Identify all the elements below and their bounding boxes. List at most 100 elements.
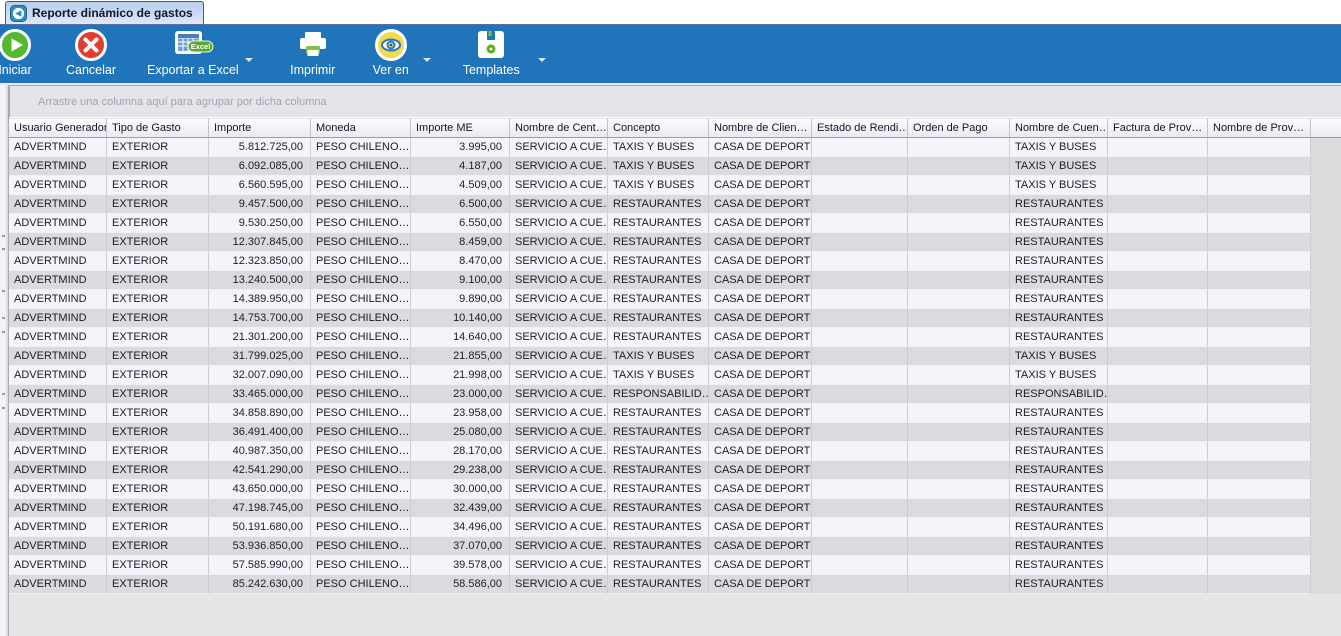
cell-moneda[interactable]: PESO CHILENO…: [311, 195, 411, 214]
cell-moneda[interactable]: PESO CHILENO…: [311, 138, 411, 157]
cell-concepto[interactable]: TAXIS Y BUSES: [608, 366, 709, 385]
cell-moneda[interactable]: PESO CHILENO…: [311, 404, 411, 423]
templates-dropdown-icon[interactable]: [538, 58, 546, 62]
cell-factura[interactable]: [1108, 385, 1208, 404]
cell-proveedor[interactable]: [1208, 518, 1311, 537]
table-row[interactable]: ADVERTMINDEXTERIOR31.799.025,00PESO CHIL…: [9, 347, 1341, 366]
cell-estado[interactable]: [812, 480, 908, 499]
table-row[interactable]: ADVERTMINDEXTERIOR9.530.250,00PESO CHILE…: [9, 214, 1341, 233]
cell-orden[interactable]: [908, 252, 1010, 271]
imprimir-button[interactable]: Imprimir: [283, 28, 343, 78]
cell-centro[interactable]: SERVICIO A CUE…: [510, 328, 608, 347]
cell-importe_me[interactable]: 8.470,00: [411, 252, 510, 271]
cell-factura[interactable]: [1108, 328, 1208, 347]
cell-tipo[interactable]: EXTERIOR: [107, 233, 209, 252]
cell-cliente[interactable]: CASA DE DEPORTE: [709, 309, 812, 328]
cell-importe_me[interactable]: 32.439,00: [411, 499, 510, 518]
cell-cuenta[interactable]: RESTAURANTES: [1010, 404, 1108, 423]
cell-estado[interactable]: [812, 138, 908, 157]
cell-moneda[interactable]: PESO CHILENO…: [311, 214, 411, 233]
cell-importe_me[interactable]: 6.500,00: [411, 195, 510, 214]
cell-concepto[interactable]: RESTAURANTES: [608, 575, 709, 594]
cell-cliente[interactable]: CASA DE DEPORTE: [709, 385, 812, 404]
cell-cuenta[interactable]: RESTAURANTES: [1010, 271, 1108, 290]
header-usuario[interactable]: Usuario Generador: [9, 118, 107, 137]
cell-factura[interactable]: [1108, 499, 1208, 518]
cancelar-button[interactable]: Cancelar: [61, 28, 121, 78]
cell-proveedor[interactable]: [1208, 214, 1311, 233]
cell-centro[interactable]: SERVICIO A CUE…: [510, 271, 608, 290]
cell-cuenta[interactable]: RESTAURANTES: [1010, 233, 1108, 252]
table-row[interactable]: ADVERTMINDEXTERIOR6.560.595,00PESO CHILE…: [9, 176, 1341, 195]
cell-factura[interactable]: [1108, 214, 1208, 233]
cell-importe[interactable]: 50.191.680,00: [209, 518, 311, 537]
table-row[interactable]: ADVERTMINDEXTERIOR12.307.845,00PESO CHIL…: [9, 233, 1341, 252]
cell-orden[interactable]: [908, 233, 1010, 252]
cell-importe_me[interactable]: 4.187,00: [411, 157, 510, 176]
cell-moneda[interactable]: PESO CHILENO…: [311, 366, 411, 385]
cell-cliente[interactable]: CASA DE DEPORTE: [709, 138, 812, 157]
cell-centro[interactable]: SERVICIO A CUE…: [510, 480, 608, 499]
cell-importe_me[interactable]: 6.550,00: [411, 214, 510, 233]
cell-tipo[interactable]: EXTERIOR: [107, 347, 209, 366]
cell-usuario[interactable]: ADVERTMIND: [9, 309, 107, 328]
cell-factura[interactable]: [1108, 176, 1208, 195]
cell-factura[interactable]: [1108, 157, 1208, 176]
cell-concepto[interactable]: RESPONSABILID…: [608, 385, 709, 404]
table-row[interactable]: ADVERTMINDEXTERIOR34.858.890,00PESO CHIL…: [9, 404, 1341, 423]
cell-moneda[interactable]: PESO CHILENO…: [311, 461, 411, 480]
header-proveedor[interactable]: Nombre de Prov…: [1208, 118, 1311, 137]
cell-proveedor[interactable]: [1208, 537, 1311, 556]
cell-importe_me[interactable]: 23.000,00: [411, 385, 510, 404]
cell-importe_me[interactable]: 23.958,00: [411, 404, 510, 423]
cell-estado[interactable]: [812, 385, 908, 404]
cell-centro[interactable]: SERVICIO A CUE…: [510, 233, 608, 252]
cell-proveedor[interactable]: [1208, 575, 1311, 594]
cell-cuenta[interactable]: RESTAURANTES: [1010, 461, 1108, 480]
cell-centro[interactable]: SERVICIO A CUE…: [510, 556, 608, 575]
cell-cliente[interactable]: CASA DE DEPORTE: [709, 157, 812, 176]
cell-concepto[interactable]: RESTAURANTES: [608, 309, 709, 328]
cell-cuenta[interactable]: RESTAURANTES: [1010, 575, 1108, 594]
cell-importe[interactable]: 40.987.350,00: [209, 442, 311, 461]
cell-proveedor[interactable]: [1208, 157, 1311, 176]
cell-importe_me[interactable]: 14.640,00: [411, 328, 510, 347]
templates-button[interactable]: Templates: [459, 28, 524, 78]
cell-centro[interactable]: SERVICIO A CUE…: [510, 138, 608, 157]
cell-usuario[interactable]: ADVERTMIND: [9, 518, 107, 537]
cell-importe[interactable]: 43.650.000,00: [209, 480, 311, 499]
cell-factura[interactable]: [1108, 309, 1208, 328]
cell-importe_me[interactable]: 29.238,00: [411, 461, 510, 480]
cell-importe[interactable]: 12.323.850,00: [209, 252, 311, 271]
cell-moneda[interactable]: PESO CHILENO…: [311, 233, 411, 252]
cell-orden[interactable]: [908, 138, 1010, 157]
cell-factura[interactable]: [1108, 575, 1208, 594]
cell-proveedor[interactable]: [1208, 480, 1311, 499]
table-row[interactable]: ADVERTMINDEXTERIOR47.198.745,00PESO CHIL…: [9, 499, 1341, 518]
cell-importe[interactable]: 13.240.500,00: [209, 271, 311, 290]
cell-cliente[interactable]: CASA DE DEPORTE: [709, 347, 812, 366]
cell-importe_me[interactable]: 4.509,00: [411, 176, 510, 195]
cell-factura[interactable]: [1108, 366, 1208, 385]
cell-estado[interactable]: [812, 499, 908, 518]
cell-concepto[interactable]: TAXIS Y BUSES: [608, 138, 709, 157]
cell-cuenta[interactable]: RESTAURANTES: [1010, 499, 1108, 518]
cell-moneda[interactable]: PESO CHILENO…: [311, 309, 411, 328]
cell-estado[interactable]: [812, 309, 908, 328]
cell-concepto[interactable]: RESTAURANTES: [608, 518, 709, 537]
cell-importe_me[interactable]: 37.070,00: [411, 537, 510, 556]
cell-cuenta[interactable]: RESTAURANTES: [1010, 252, 1108, 271]
cell-orden[interactable]: [908, 404, 1010, 423]
cell-concepto[interactable]: RESTAURANTES: [608, 233, 709, 252]
cell-concepto[interactable]: RESTAURANTES: [608, 195, 709, 214]
cell-cuenta[interactable]: RESTAURANTES: [1010, 290, 1108, 309]
cell-concepto[interactable]: RESTAURANTES: [608, 404, 709, 423]
cell-proveedor[interactable]: [1208, 138, 1311, 157]
cell-factura[interactable]: [1108, 271, 1208, 290]
cell-orden[interactable]: [908, 442, 1010, 461]
cell-importe[interactable]: 47.198.745,00: [209, 499, 311, 518]
cell-tipo[interactable]: EXTERIOR: [107, 404, 209, 423]
cell-factura[interactable]: [1108, 442, 1208, 461]
cell-orden[interactable]: [908, 575, 1010, 594]
cell-moneda[interactable]: PESO CHILENO…: [311, 442, 411, 461]
